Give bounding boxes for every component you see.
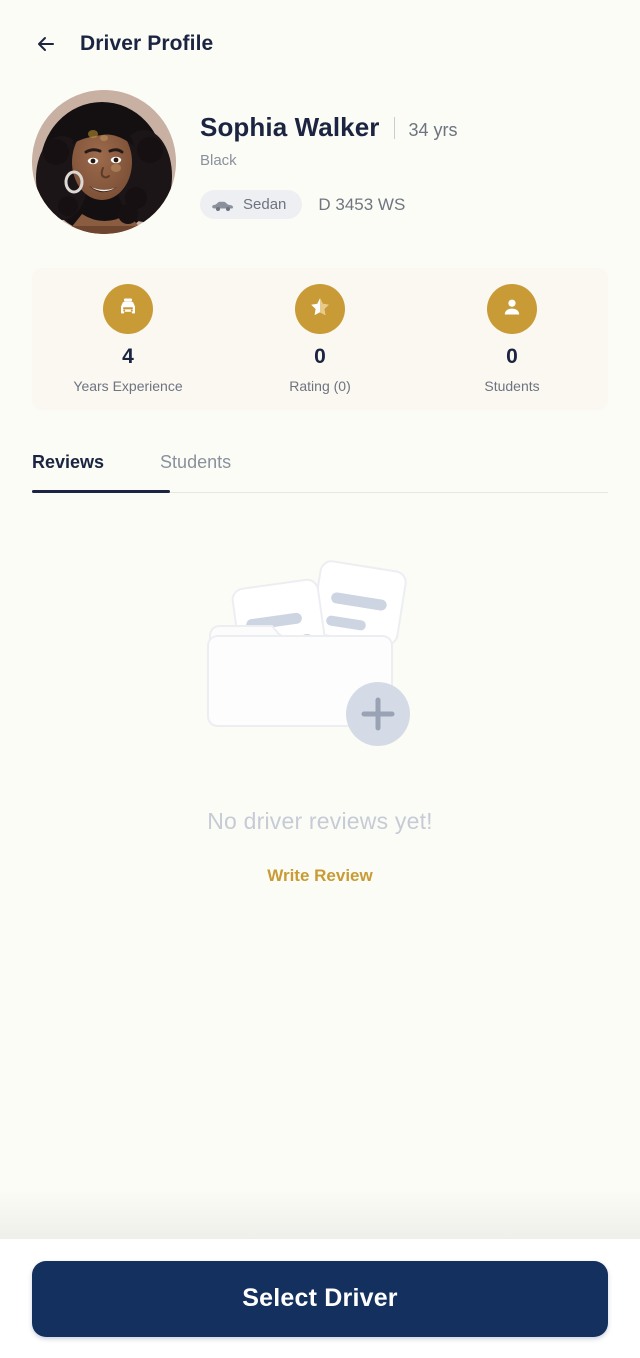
tab-reviews[interactable]: Reviews: [32, 444, 104, 493]
stat-value: 0: [506, 346, 518, 367]
tab-students[interactable]: Students: [160, 444, 231, 493]
stat-icon-circle: [295, 284, 345, 334]
empty-folder-with-documents-illustration: [200, 560, 440, 760]
driver-name: Sophia Walker: [200, 112, 380, 143]
vehicle-type-chip: Sedan: [200, 190, 302, 219]
empty-state: No driver reviews yet! Write Review: [0, 560, 640, 886]
bottom-fade: [0, 1189, 640, 1239]
stat-years-experience: 4 Years Experience: [32, 284, 224, 394]
stat-label: Rating (0): [289, 378, 350, 394]
name-separator: [394, 117, 395, 139]
taxi-icon: [116, 295, 140, 324]
app-header: Driver Profile: [0, 0, 640, 68]
car-icon: [212, 198, 234, 212]
tabs: Reviews Students: [0, 444, 640, 493]
driver-descriptor: Black: [200, 152, 458, 169]
driver-age: 34 yrs: [409, 120, 458, 141]
driver-profile-screen: Driver Profile: [0, 0, 640, 1358]
empty-state-title: No driver reviews yet!: [207, 808, 433, 835]
stat-value: 4: [122, 346, 134, 367]
stat-value: 0: [314, 346, 326, 367]
person-icon: [500, 295, 524, 324]
stats-card: 4 Years Experience 0 Rating (0): [32, 268, 608, 410]
vehicle-row: Sedan D 3453 WS: [200, 190, 458, 219]
select-driver-button[interactable]: Select Driver: [32, 1261, 608, 1337]
license-plate: D 3453 WS: [318, 195, 405, 215]
avatar: [32, 90, 176, 234]
arrow-left-icon: [33, 31, 59, 57]
back-button[interactable]: [28, 26, 64, 62]
profile-info: Sophia Walker 34 yrs Black Sedan D: [176, 90, 458, 219]
profile-section: Sophia Walker 34 yrs Black Sedan D: [0, 68, 640, 234]
stat-icon-circle: [103, 284, 153, 334]
active-tab-indicator: [32, 490, 170, 493]
tabs-container: Reviews Students: [0, 444, 640, 493]
bottom-action-bar: Select Driver: [0, 1239, 640, 1358]
star-icon: [308, 295, 332, 324]
vehicle-type-label: Sedan: [243, 196, 286, 213]
stat-icon-circle: [487, 284, 537, 334]
page-title: Driver Profile: [80, 32, 213, 56]
name-row: Sophia Walker 34 yrs: [200, 112, 458, 143]
stat-label: Students: [484, 378, 539, 394]
stat-rating: 0 Rating (0): [224, 284, 416, 394]
write-review-link[interactable]: Write Review: [267, 866, 373, 886]
stat-students: 0 Students: [416, 284, 608, 394]
stat-label: Years Experience: [73, 378, 182, 394]
